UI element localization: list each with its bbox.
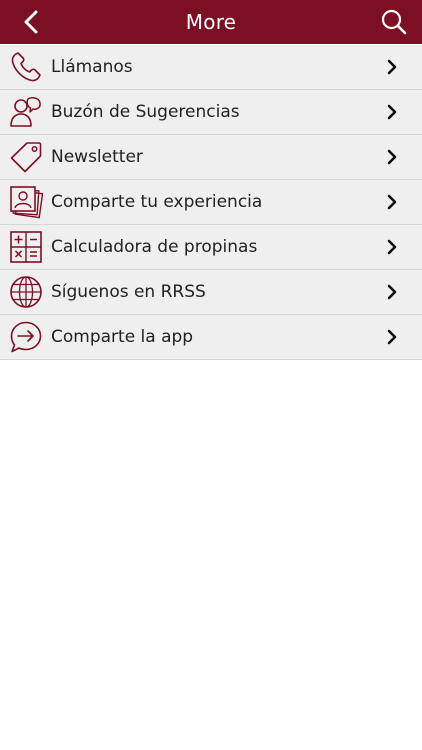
chevron-right-icon xyxy=(387,104,397,120)
users-feedback-icon xyxy=(10,97,41,127)
menu-item-comparte-app[interactable]: Comparte la app xyxy=(0,315,422,360)
menu-item-comparte-experiencia[interactable]: Comparte tu experiencia xyxy=(0,180,422,225)
calculator-icon xyxy=(10,231,42,263)
menu-item-newsletter[interactable]: Newsletter xyxy=(0,135,422,180)
phone-icon xyxy=(11,52,41,82)
globe-icon xyxy=(10,276,42,308)
chevron-left-icon[interactable] xyxy=(18,8,46,36)
page-title: More xyxy=(185,10,237,34)
menu-item-label: Newsletter xyxy=(51,147,143,167)
more-screen: More Llámanos Buzón de Sugerencias Newsl… xyxy=(0,0,422,750)
menu-item-label: Llámanos xyxy=(51,57,133,77)
menu-item-buzon-sugerencias[interactable]: Buzón de Sugerencias xyxy=(0,90,422,135)
menu-item-label: Comparte la app xyxy=(51,327,194,347)
chevron-right-icon xyxy=(387,284,397,300)
more-menu-list: Llámanos Buzón de Sugerencias Newsletter xyxy=(0,45,422,360)
search-icon[interactable] xyxy=(380,8,408,36)
chevron-right-icon xyxy=(387,59,397,75)
photos-icon xyxy=(10,186,43,219)
tag-icon xyxy=(10,142,42,173)
menu-item-siguenos-rrss[interactable]: Síguenos en RRSS xyxy=(0,270,422,315)
chevron-right-icon xyxy=(387,149,397,165)
menu-item-label: Comparte tu experiencia xyxy=(51,192,263,212)
menu-item-label: Calculadora de propinas xyxy=(51,237,258,257)
menu-item-label: Buzón de Sugerencias xyxy=(51,102,240,122)
chevron-right-icon xyxy=(387,239,397,255)
navigation-bar: More xyxy=(0,0,422,44)
share-arrow-icon xyxy=(10,321,42,353)
chevron-right-icon xyxy=(387,194,397,210)
menu-item-calculadora-propinas[interactable]: Calculadora de propinas xyxy=(0,225,422,270)
chevron-right-icon xyxy=(387,329,397,345)
menu-item-llamanos[interactable]: Llámanos xyxy=(0,45,422,90)
menu-item-label: Síguenos en RRSS xyxy=(51,282,206,302)
